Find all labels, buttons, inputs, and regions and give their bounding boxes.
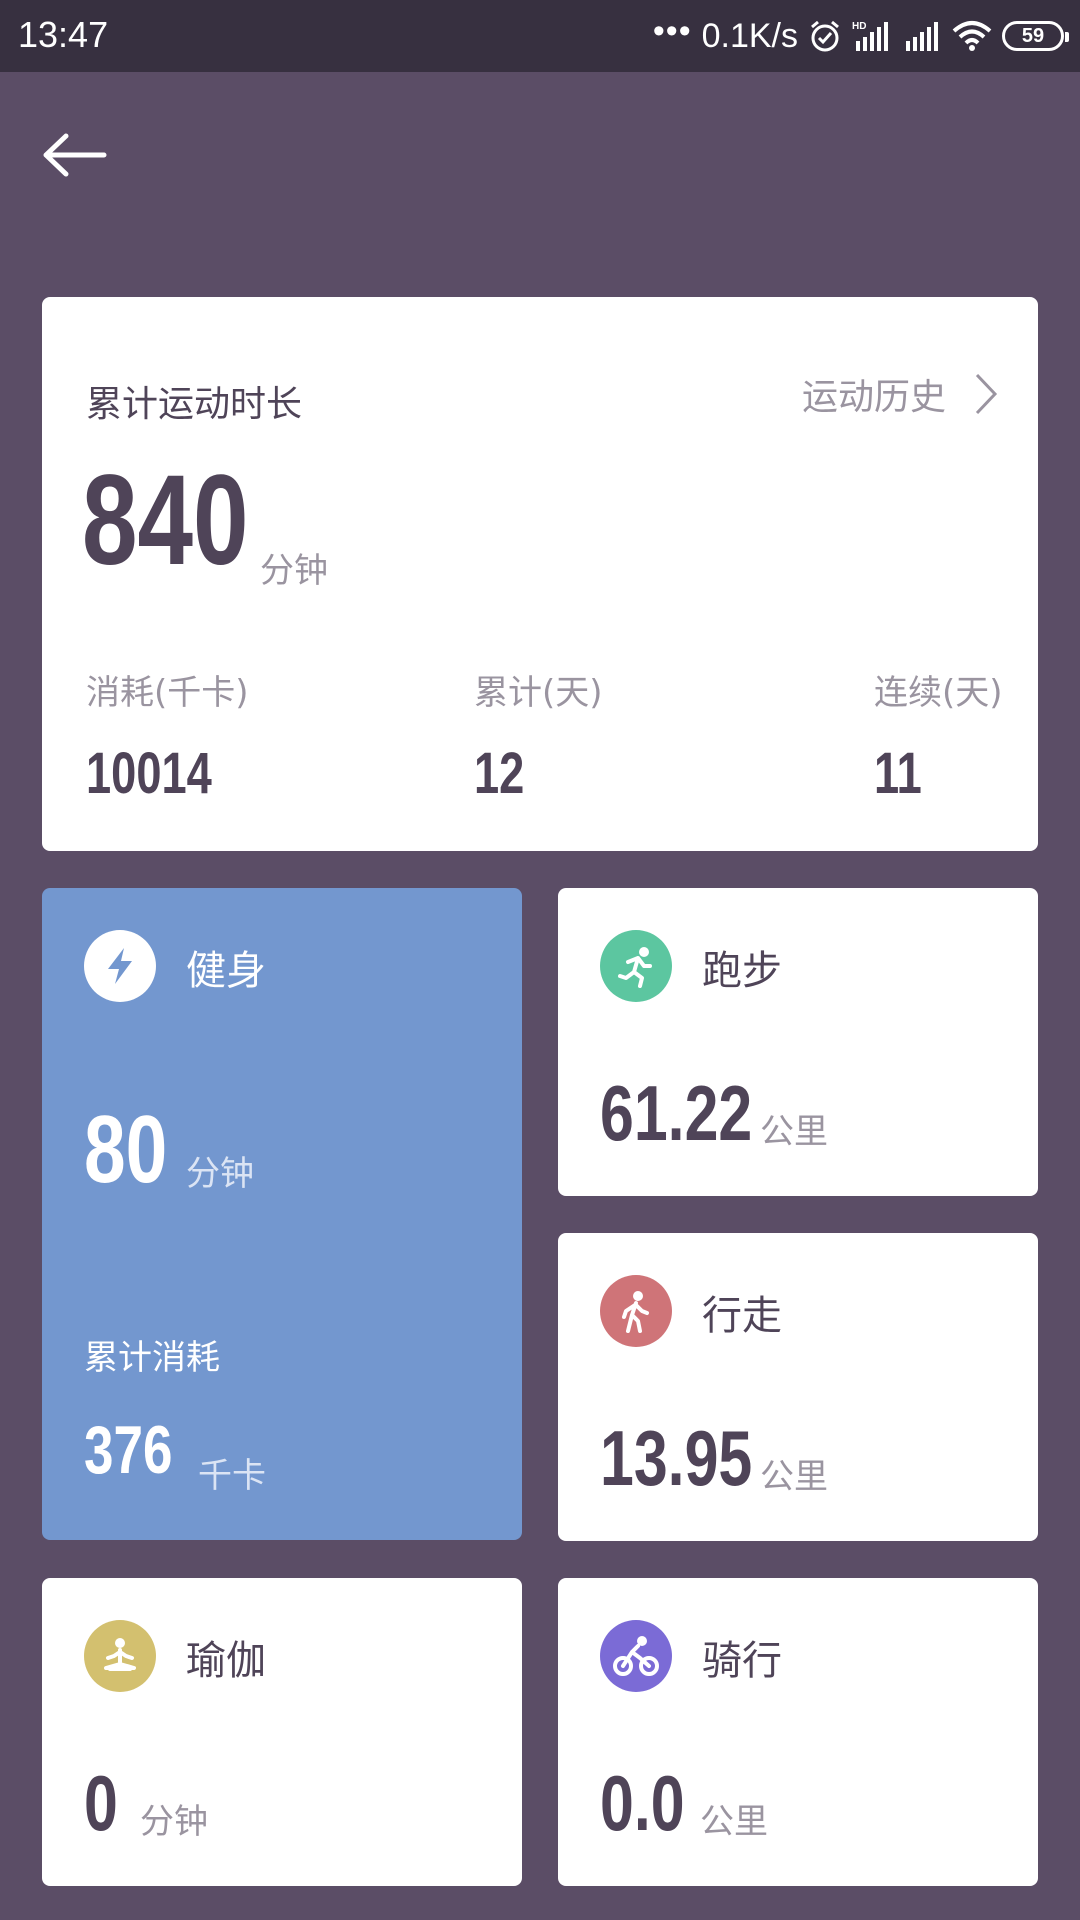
- signal-icon: [902, 19, 942, 53]
- yoga-icon: [84, 1620, 156, 1692]
- total-days-value: 12: [474, 741, 525, 806]
- walking-distance-value: 13.95: [600, 1414, 753, 1502]
- back-arrow-icon: [43, 133, 107, 177]
- fitness-calories-label: 累计消耗: [84, 1338, 220, 1378]
- walking-icon: [600, 1275, 672, 1347]
- network-speed: 0.1K/s: [701, 16, 798, 55]
- streak-days-label: 连续(天): [874, 673, 1003, 713]
- lightning-icon: [84, 930, 156, 1002]
- chevron-right-icon: [975, 373, 998, 415]
- hd-signal-icon: HD: [852, 19, 892, 53]
- total-duration-unit: 分钟: [260, 551, 328, 591]
- fitness-duration-value: 80: [84, 1096, 168, 1203]
- battery-indicator: 59: [1002, 21, 1069, 51]
- summary-title: 累计运动时长: [86, 384, 303, 425]
- exercise-history-link[interactable]: 运动历史: [802, 369, 998, 419]
- walking-card[interactable]: 行走 13.95 公里: [558, 1233, 1038, 1541]
- fitness-name: 健身: [186, 948, 266, 994]
- running-distance-unit: 公里: [760, 1112, 828, 1152]
- history-link-label: 运动历史: [801, 377, 946, 418]
- calories-label: 消耗(千卡): [86, 673, 249, 713]
- cycling-card[interactable]: 骑行 0.0 公里: [558, 1578, 1038, 1886]
- more-notifications-icon: •••: [652, 11, 692, 50]
- yoga-card[interactable]: 瑜伽 0 分钟: [42, 1578, 522, 1886]
- wifi-icon: [952, 19, 992, 53]
- total-duration-value: 840: [82, 449, 249, 592]
- cycling-icon: [600, 1620, 672, 1692]
- status-bar: 13:47 ••• 0.1K/s HD 59: [0, 0, 1080, 72]
- svg-text:HD: HD: [852, 21, 866, 32]
- total-days-label: 累计(天): [474, 673, 603, 713]
- cycling-distance-unit: 公里: [700, 1802, 768, 1842]
- cycling-name: 骑行: [702, 1638, 782, 1684]
- running-card[interactable]: 跑步 61.22 公里: [558, 888, 1038, 1196]
- status-icons: ••• 0.1K/s HD 59: [652, 11, 1069, 58]
- yoga-name: 瑜伽: [186, 1638, 266, 1684]
- fitness-calories-unit: 千卡: [198, 1456, 266, 1496]
- yoga-duration-value: 0: [84, 1759, 118, 1847]
- running-name: 跑步: [702, 948, 782, 994]
- running-distance-value: 61.22: [600, 1069, 753, 1157]
- fitness-duration-unit: 分钟: [186, 1154, 254, 1194]
- fitness-calories-value: 376: [84, 1412, 173, 1488]
- back-button[interactable]: [40, 130, 110, 180]
- walking-name: 行走: [702, 1293, 782, 1339]
- fitness-card[interactable]: 健身 80 分钟 累计消耗 376 千卡: [42, 888, 522, 1540]
- alarm-icon: [808, 19, 842, 53]
- yoga-duration-unit: 分钟: [140, 1802, 208, 1842]
- calories-value: 10014: [86, 741, 212, 806]
- summary-card: 累计运动时长 运动历史 840 分钟 消耗(千卡) 10014 累计(天) 12…: [42, 297, 1038, 851]
- running-icon: [600, 930, 672, 1002]
- cycling-distance-value: 0.0: [600, 1759, 685, 1847]
- status-time: 13:47: [18, 14, 109, 55]
- streak-days-value: 11: [874, 741, 922, 806]
- walking-distance-unit: 公里: [760, 1457, 828, 1497]
